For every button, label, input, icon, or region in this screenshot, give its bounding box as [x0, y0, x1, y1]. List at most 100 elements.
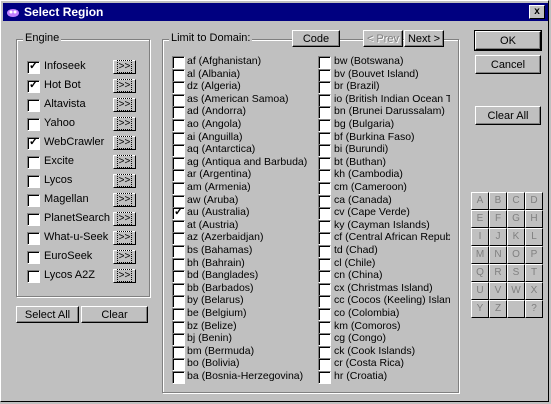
engine-label[interactable]: Magellan: [44, 193, 89, 205]
domain-checkbox[interactable]: [318, 131, 331, 145]
domain-label[interactable]: ad (Andorra): [187, 105, 246, 117]
domain-label[interactable]: bz (Belize): [187, 320, 237, 332]
engine-options-button[interactable]: >>: [113, 193, 136, 207]
domain-checkbox[interactable]: [318, 156, 331, 170]
letter-button[interactable]: O: [507, 246, 525, 264]
domain-label[interactable]: io (British Indian Ocean T: [334, 93, 450, 105]
engine-options-button[interactable]: >>: [113, 250, 136, 264]
engine-checkbox[interactable]: [27, 194, 40, 207]
domain-label[interactable]: bn (Brunei Darussalam): [334, 105, 445, 117]
engine-label[interactable]: Lycos A2Z: [44, 269, 95, 281]
domain-checkbox[interactable]: [172, 270, 185, 284]
domain-label[interactable]: by (Belarus): [187, 294, 244, 306]
domain-label[interactable]: cf (Central African Repub: [334, 231, 450, 243]
domain-checkbox[interactable]: [172, 295, 185, 309]
domain-label[interactable]: ca (Canada): [334, 194, 392, 206]
next-button[interactable]: Next >: [404, 30, 444, 47]
domain-checkbox[interactable]: [318, 232, 331, 246]
domain-checkbox[interactable]: [318, 270, 331, 284]
clear-engines-button[interactable]: Clear: [81, 306, 148, 323]
code-button[interactable]: Code: [292, 30, 340, 47]
domain-checkbox[interactable]: [172, 182, 185, 195]
domain-checkbox[interactable]: [318, 169, 331, 183]
engine-options-button[interactable]: >>: [113, 269, 136, 283]
domain-label[interactable]: at (Austria): [187, 219, 238, 231]
domain-label[interactable]: ao (Angola): [187, 118, 241, 130]
domain-checkbox[interactable]: [172, 320, 185, 334]
letter-button[interactable]: ?: [525, 300, 543, 318]
domain-label[interactable]: bm (Bermuda): [187, 345, 254, 357]
engine-options-button[interactable]: >>: [113, 79, 136, 93]
domain-checkbox[interactable]: [318, 93, 331, 107]
domain-checkbox[interactable]: [318, 245, 331, 258]
engine-label[interactable]: Infoseek: [44, 60, 86, 72]
engine-label[interactable]: EuroSeek: [44, 250, 92, 262]
domain-checkbox[interactable]: [318, 308, 331, 321]
domain-checkbox[interactable]: [318, 194, 331, 208]
domain-label[interactable]: cn (China): [334, 269, 382, 281]
domain-checkbox[interactable]: [172, 106, 185, 120]
domain-label[interactable]: bi (Burundi): [334, 143, 388, 155]
domain-label[interactable]: km (Comoros): [334, 320, 401, 332]
domain-label[interactable]: cx (Christmas Island): [334, 282, 433, 294]
engine-label[interactable]: What-u-Seek: [44, 231, 108, 243]
engine-label[interactable]: Lycos: [44, 174, 72, 186]
domain-checkbox[interactable]: [318, 119, 331, 132]
letter-button[interactable]: P: [525, 246, 543, 264]
engine-checkbox[interactable]: ✓: [27, 79, 40, 93]
domain-checkbox[interactable]: ✓: [172, 206, 185, 221]
domain-label[interactable]: bo (Bolivia): [187, 357, 240, 369]
domain-label[interactable]: bv (Bouvet Island): [334, 68, 419, 80]
domain-checkbox[interactable]: [318, 345, 331, 359]
domain-label[interactable]: dz (Algeria): [187, 80, 241, 92]
engine-checkbox[interactable]: ✓: [27, 136, 40, 150]
domain-checkbox[interactable]: [172, 68, 185, 82]
domain-label[interactable]: bg (Bulgaria): [334, 118, 394, 130]
engine-checkbox[interactable]: [27, 175, 40, 188]
engine-options-button[interactable]: >>: [113, 117, 136, 131]
letter-button[interactable]: C: [507, 192, 525, 210]
domain-label[interactable]: bs (Bahamas): [187, 244, 252, 256]
domain-checkbox[interactable]: [172, 282, 185, 296]
domain-label[interactable]: co (Colombia): [334, 307, 399, 319]
letter-button[interactable]: B: [489, 192, 507, 210]
engine-checkbox[interactable]: [27, 99, 40, 112]
domain-checkbox[interactable]: [172, 156, 185, 170]
domain-label[interactable]: br (Brazil): [334, 80, 380, 92]
domain-checkbox[interactable]: [318, 68, 331, 82]
domain-label[interactable]: td (Chad): [334, 244, 378, 256]
domain-label[interactable]: aw (Aruba): [187, 194, 238, 206]
domain-label[interactable]: ag (Antiqua and Barbuda): [187, 156, 307, 168]
engine-options-button[interactable]: >>: [113, 212, 136, 226]
engine-checkbox[interactable]: [27, 118, 40, 131]
domain-label[interactable]: az (Azerbaidjan): [187, 231, 263, 243]
prev-button[interactable]: < Prev: [363, 30, 403, 47]
letter-button[interactable]: N: [489, 246, 507, 264]
letter-button[interactable]: J: [489, 228, 507, 246]
domain-checkbox[interactable]: [318, 182, 331, 195]
engine-checkbox[interactable]: [27, 251, 40, 264]
engine-label[interactable]: WebCrawler: [44, 136, 104, 148]
domain-label[interactable]: cv (Cape Verde): [334, 206, 410, 218]
letter-button[interactable]: V: [489, 282, 507, 300]
engine-label[interactable]: Altavista: [44, 98, 86, 110]
domain-checkbox[interactable]: [318, 320, 331, 334]
domain-checkbox[interactable]: [172, 144, 185, 158]
letter-button[interactable]: D: [525, 192, 543, 210]
engine-label[interactable]: Excite: [44, 155, 74, 167]
clear-all-button[interactable]: Clear All: [475, 106, 541, 125]
domain-checkbox[interactable]: [318, 219, 331, 233]
domain-checkbox[interactable]: [172, 81, 185, 95]
engine-label[interactable]: Yahoo: [44, 117, 75, 129]
letter-button[interactable]: I: [471, 228, 489, 246]
engine-checkbox[interactable]: ✓: [27, 60, 40, 74]
domain-label[interactable]: ba (Bosnia-Herzegovina): [187, 370, 303, 382]
domain-checkbox[interactable]: [318, 257, 331, 271]
domain-label[interactable]: as (American Samoa): [187, 93, 289, 105]
letter-button[interactable]: G: [507, 210, 525, 228]
domain-checkbox[interactable]: [318, 106, 331, 120]
domain-checkbox[interactable]: [318, 358, 331, 372]
letter-button[interactable]: E: [471, 210, 489, 228]
domain-checkbox[interactable]: [172, 219, 185, 233]
domain-label[interactable]: bb (Barbados): [187, 282, 254, 294]
